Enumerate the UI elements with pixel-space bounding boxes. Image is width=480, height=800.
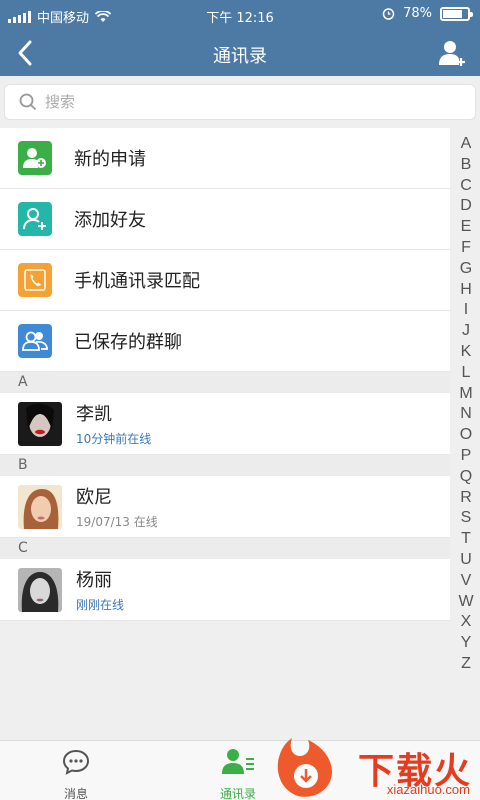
index-letter[interactable]: D <box>456 196 476 217</box>
phonebook-match-label: 手机通讯录匹配 <box>74 271 200 292</box>
saved-groups-row[interactable]: 已保存的群聊 <box>0 311 450 372</box>
contact-status: 刚刚在线 <box>76 598 125 612</box>
watermark-url: xiazaihuo.com <box>386 782 470 797</box>
index-letter[interactable]: U <box>456 550 476 571</box>
battery-percent: 78% <box>403 6 432 21</box>
alphabet-index[interactable]: ABCDEFGHIJKLMNOPQRSTUVWXYZ <box>456 134 476 675</box>
index-letter[interactable]: I <box>456 300 476 321</box>
alarm-icon <box>382 8 395 20</box>
contact-name: 杨丽 <box>76 570 112 591</box>
contact-row[interactable]: 李凯 10分钟前在线 <box>0 393 450 455</box>
index-letter[interactable]: Z <box>456 654 476 675</box>
index-letter[interactable]: A <box>456 134 476 155</box>
tab-contacts-label: 通讯录 <box>219 787 256 800</box>
index-letter[interactable]: N <box>456 404 476 425</box>
index-letter[interactable]: M <box>456 384 476 405</box>
add-friend-label: 添加好友 <box>74 210 146 231</box>
index-letter[interactable]: P <box>456 446 476 467</box>
index-letter[interactable]: E <box>456 217 476 238</box>
index-letter[interactable]: Y <box>456 633 476 654</box>
phonebook-match-row[interactable]: 手机通讯录匹配 <box>0 250 450 311</box>
tab-messages-label: 消息 <box>63 787 88 800</box>
search-area <box>0 76 480 128</box>
new-request-row[interactable]: 新的申请 <box>0 128 450 189</box>
saved-groups-label: 已保存的群聊 <box>74 332 182 353</box>
add-user-icon[interactable] <box>438 38 468 68</box>
add-friend-icon <box>18 202 52 236</box>
index-letter[interactable]: G <box>456 259 476 280</box>
phonebook-icon <box>18 263 52 297</box>
avatar <box>18 567 62 612</box>
index-letter[interactable]: O <box>456 425 476 446</box>
contacts-icon <box>222 749 254 774</box>
index-letter[interactable]: K <box>456 342 476 363</box>
group-chat-icon <box>18 324 52 358</box>
contact-info: 欧尼 19/07/13 在线 <box>76 483 158 530</box>
index-letter[interactable]: X <box>456 612 476 633</box>
section-header-c: C <box>0 538 450 559</box>
contact-row[interactable]: 杨丽 刚刚在线 <box>0 559 450 621</box>
status-bar: 中国移动 下午 12:16 78% <box>0 0 480 30</box>
index-letter[interactable]: V <box>456 571 476 592</box>
index-letter[interactable]: T <box>456 529 476 550</box>
index-letter[interactable]: W <box>456 592 476 613</box>
search-box[interactable] <box>4 84 476 120</box>
index-letter[interactable]: C <box>456 176 476 197</box>
new-request-icon <box>18 141 52 175</box>
status-right: 78% <box>382 6 473 21</box>
new-request-label: 新的申请 <box>74 149 146 170</box>
contact-status: 10分钟前在线 <box>76 432 152 446</box>
add-friend-row[interactable]: 添加好友 <box>0 189 450 250</box>
battery-icon <box>440 6 473 21</box>
index-letter[interactable]: F <box>456 238 476 259</box>
contact-row[interactable]: 欧尼 19/07/13 在线 <box>0 476 450 538</box>
contact-info: 杨丽 刚刚在线 <box>76 566 124 613</box>
contact-status: 19/07/13 在线 <box>76 515 158 529</box>
nav-bar: 通讯录 <box>0 30 480 76</box>
contact-name: 欧尼 <box>76 487 112 508</box>
tab-contacts[interactable]: 通讯录 <box>198 747 278 800</box>
chat-bubble-icon <box>62 749 90 775</box>
section-header-b: B <box>0 455 450 476</box>
index-letter[interactable]: B <box>456 155 476 176</box>
avatar <box>18 484 62 529</box>
avatar <box>18 401 62 446</box>
search-input[interactable] <box>45 93 345 111</box>
index-letter[interactable]: Q <box>456 467 476 488</box>
contact-info: 李凯 10分钟前在线 <box>76 400 151 447</box>
index-letter[interactable]: S <box>456 508 476 529</box>
index-letter[interactable]: H <box>456 280 476 301</box>
page-title: 通讯录 <box>213 46 267 67</box>
index-letter[interactable]: L <box>456 363 476 384</box>
tab-messages[interactable]: 消息 <box>36 747 116 800</box>
section-header-a: A <box>0 372 450 393</box>
contact-name: 李凯 <box>76 404 112 425</box>
contacts-list: 新的申请 添加好友 手机通讯录匹配 已保存的群聊 A 李凯 10分钟前在线 B … <box>0 128 450 621</box>
index-letter[interactable]: J <box>456 321 476 342</box>
search-icon <box>19 93 37 111</box>
index-letter[interactable]: R <box>456 488 476 509</box>
